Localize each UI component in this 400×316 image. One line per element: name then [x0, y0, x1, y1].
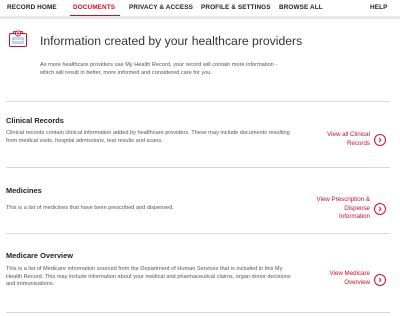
nav-profile-settings[interactable]: PROFILE & SETTINGS: [201, 4, 271, 11]
chevron-right-icon[interactable]: [374, 203, 386, 215]
section-description-medicare-overview: This is a list of Medicare information s…: [6, 266, 291, 287]
nav-record-home[interactable]: RECORD HOME: [7, 4, 57, 11]
chevron-right-icon[interactable]: [374, 274, 386, 286]
link-text-line[interactable]: Dispense: [290, 205, 370, 214]
page-title: Information created by your healthcare p…: [40, 34, 303, 48]
divider: [6, 101, 390, 102]
link-text-line[interactable]: View Prescription &: [290, 196, 370, 205]
top-navigation-bar: RECORD HOME DOCUMENTS PRIVACY & ACCESS P…: [0, 0, 400, 17]
section-description-clinical-records: Clinical records contain clinical inform…: [6, 130, 290, 144]
section-title-medicare-overview: Medicare Overview: [6, 251, 73, 260]
nav-documents[interactable]: DOCUMENTS: [73, 4, 115, 11]
chevron-right-icon[interactable]: [374, 134, 386, 146]
header-separator: [0, 16, 400, 19]
page-description: As more healthcare providers use My Heal…: [40, 62, 278, 76]
link-text-line[interactable]: Information: [290, 213, 370, 222]
nav-help[interactable]: HELP: [370, 4, 387, 11]
view-clinical-records-link[interactable]: View all Clinical Records: [290, 131, 370, 148]
nav-browse-all[interactable]: BROWSE ALL: [279, 4, 323, 11]
section-title-clinical-records: Clinical Records: [6, 116, 64, 125]
link-text-line[interactable]: View all Clinical: [290, 131, 370, 140]
link-text-line[interactable]: Overview: [290, 279, 370, 288]
nav-privacy-access[interactable]: PRIVACY & ACCESS: [129, 4, 193, 11]
view-prescription-dispense-link[interactable]: View Prescription & Dispense Information: [290, 196, 370, 222]
divider: [6, 233, 390, 234]
link-text-line[interactable]: View Medicare: [290, 270, 370, 279]
section-description-medicines: This is a list of medicines that have be…: [6, 205, 174, 211]
view-medicare-overview-link[interactable]: View Medicare Overview: [290, 270, 370, 287]
section-title-medicines: Medicines: [6, 186, 42, 195]
divider: [6, 312, 390, 313]
link-text-line[interactable]: Records: [290, 140, 370, 149]
medical-documents-icon: [8, 29, 28, 49]
divider: [6, 167, 390, 168]
